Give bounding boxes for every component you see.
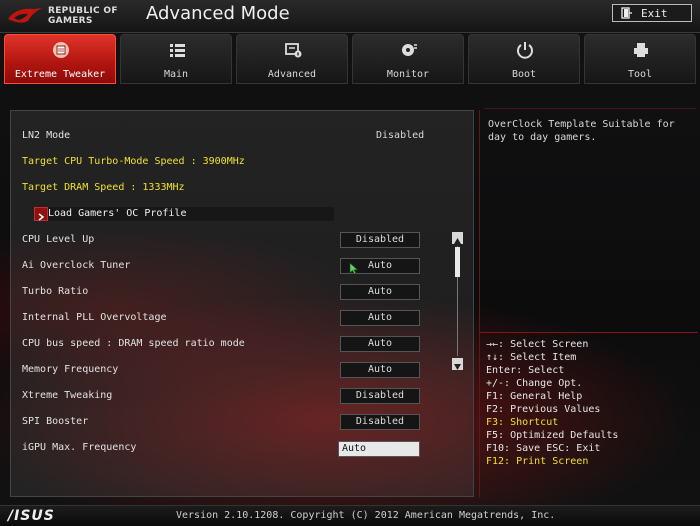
setting-value-box[interactable]: Auto bbox=[340, 362, 420, 378]
shortcut-item: F1: General Help bbox=[486, 391, 583, 402]
rog-logo: REPUBLIC OF GAMERS bbox=[6, 3, 126, 29]
help-top-divider bbox=[484, 108, 696, 109]
shortcut-item: F10: Save ESC: Exit bbox=[486, 443, 601, 454]
tab-extreme-tweaker[interactable]: Extreme Tweaker bbox=[4, 34, 116, 84]
memory-chip-icon bbox=[53, 42, 69, 58]
asus-logo: /ISUS bbox=[8, 508, 55, 524]
ln2-mode-value: Disabled bbox=[376, 130, 425, 141]
shortcut-item: +/-: Change Opt. bbox=[486, 378, 583, 389]
printer-tool-icon bbox=[634, 43, 648, 57]
shortcut-item: →←: Select Screen bbox=[486, 339, 589, 350]
setting-value-box[interactable]: Disabled bbox=[340, 232, 420, 248]
load-gamers-oc-profile[interactable]: Load Gamers' OC Profile bbox=[48, 204, 186, 224]
setting-label: Xtreme Tweaking bbox=[22, 390, 113, 401]
rog-brand-text: REPUBLIC OF GAMERS bbox=[48, 6, 118, 26]
setting-value-input[interactable]: Auto bbox=[338, 441, 420, 457]
scroll-up-button[interactable] bbox=[452, 232, 463, 244]
scrollbar-thumb[interactable] bbox=[455, 247, 460, 277]
shortcut-item: ↑↓: Select Item bbox=[486, 352, 577, 363]
help-description: OverClock Template Suitable for day to d… bbox=[488, 119, 675, 143]
tab-monitor[interactable]: Monitor bbox=[352, 34, 464, 84]
tab-bar: Extreme Tweaker Main Advanced Monitor Bo… bbox=[4, 34, 696, 84]
exit-label: Exit bbox=[641, 7, 668, 20]
setting-value-box[interactable]: Disabled bbox=[340, 388, 420, 404]
setting-label: Turbo Ratio bbox=[22, 286, 89, 297]
mouse-cursor-icon bbox=[349, 262, 359, 275]
setting-value-box[interactable]: Auto bbox=[340, 310, 420, 326]
ln2-mode-label[interactable]: LN2 Mode bbox=[22, 126, 70, 146]
setting-label: Internal PLL Overvoltage bbox=[22, 312, 167, 323]
shortcut-item: F2: Previous Values bbox=[486, 404, 601, 415]
target-cpu-speed: Target CPU Turbo-Mode Speed : 3900MHz bbox=[22, 156, 245, 167]
tab-advanced[interactable]: Advanced bbox=[236, 34, 348, 84]
tab-label: Monitor bbox=[386, 69, 430, 80]
arrow-down-icon bbox=[454, 364, 461, 370]
target-dram-speed: Target DRAM Speed : 1333MHz bbox=[22, 182, 185, 193]
setting-label: Memory Frequency bbox=[22, 364, 119, 375]
setting-value-box[interactable]: Disabled bbox=[340, 414, 420, 430]
exit-button[interactable]: Exit bbox=[612, 4, 692, 22]
help-divider bbox=[480, 332, 698, 333]
monitor-gauge-icon bbox=[402, 44, 417, 56]
shortcut-item-f3[interactable]: F3: Shortcut bbox=[486, 416, 696, 429]
setting-label: CPU bus speed : DRAM speed ratio mode bbox=[22, 338, 245, 349]
tab-tool[interactable]: Tool bbox=[584, 34, 696, 84]
page-title: Advanced Mode bbox=[146, 3, 290, 24]
setting-value-box[interactable]: Auto bbox=[340, 284, 420, 300]
tab-label: Main bbox=[163, 69, 189, 80]
submenu-arrow-icon bbox=[34, 207, 48, 221]
tab-label: Advanced bbox=[267, 69, 317, 80]
arrow-up-icon bbox=[454, 238, 461, 244]
tab-label: Boot bbox=[511, 69, 537, 80]
copyright-text: Version 2.10.1208. Copyright (C) 2012 Am… bbox=[176, 510, 556, 521]
advanced-settings-icon bbox=[285, 43, 302, 58]
power-icon bbox=[517, 42, 533, 59]
footer-bar: /ISUS Version 2.10.1208. Copyright (C) 2… bbox=[0, 505, 700, 526]
exit-door-icon bbox=[621, 7, 632, 19]
setting-label: Ai Overclock Tuner bbox=[22, 260, 131, 271]
setting-label: iGPU Max. Frequency bbox=[22, 442, 137, 453]
shortcut-list: →←: Select Screen ↑↓: Select Item Enter:… bbox=[486, 338, 696, 468]
rog-eye-icon bbox=[8, 8, 42, 23]
help-panel: OverClock Template Suitable for day to d… bbox=[479, 110, 698, 498]
tab-boot[interactable]: Boot bbox=[468, 34, 580, 84]
header-bar: REPUBLIC OF GAMERS Advanced Mode Exit bbox=[0, 0, 700, 33]
shortcut-item-f12[interactable]: F12: Print Screen bbox=[486, 455, 696, 468]
tab-label: Tool bbox=[627, 69, 653, 80]
list-icon bbox=[170, 44, 185, 57]
setting-label: SPI Booster bbox=[22, 416, 89, 427]
scroll-down-button[interactable] bbox=[452, 358, 463, 370]
brand-line-1: REPUBLIC OF bbox=[48, 6, 118, 16]
brand-line-2: GAMERS bbox=[48, 16, 93, 26]
setting-value-box[interactable]: Auto bbox=[340, 336, 420, 352]
tab-main[interactable]: Main bbox=[120, 34, 232, 84]
shortcut-item: Enter: Select bbox=[486, 365, 565, 376]
setting-label: CPU Level Up bbox=[22, 234, 95, 245]
shortcut-item: F5: Optimized Defaults bbox=[486, 430, 619, 441]
tab-label: Extreme Tweaker bbox=[14, 69, 106, 80]
